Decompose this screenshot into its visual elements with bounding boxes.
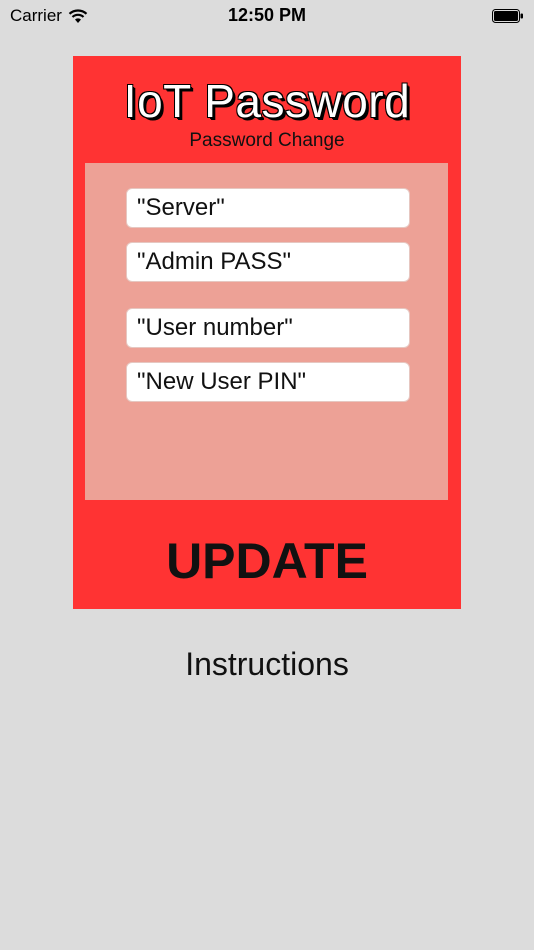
form-panel	[85, 163, 448, 500]
instructions-button[interactable]: Instructions	[0, 645, 534, 684]
new-user-pin-input[interactable]	[126, 362, 410, 402]
app-title: IoT Password	[123, 75, 411, 127]
battery-full-icon	[492, 9, 523, 23]
password-card: IoT Password Password Change UPDATE	[73, 56, 461, 609]
update-button[interactable]: UPDATE	[73, 534, 461, 589]
app-subtitle: Password Change	[189, 130, 345, 151]
admin-pass-input[interactable]	[126, 242, 410, 282]
status-bar: Carrier 12:50 PM	[0, 0, 534, 32]
user-number-input[interactable]	[126, 308, 410, 348]
status-time: 12:50 PM	[227, 5, 307, 25]
server-input[interactable]	[126, 188, 410, 228]
